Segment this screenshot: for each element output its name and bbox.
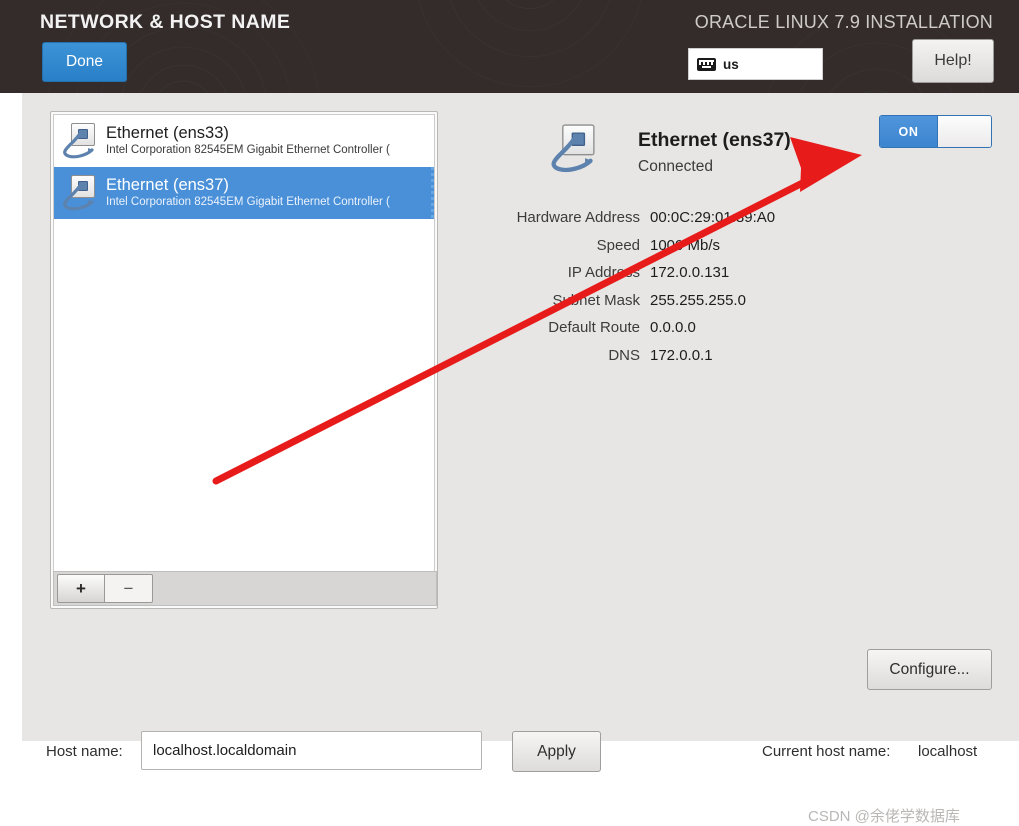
ethernet-icon xyxy=(62,174,98,212)
detail-row: Hardware Address 00:0C:29:01:89:A0 xyxy=(452,209,997,226)
cable-glyph xyxy=(63,184,94,211)
interface-list-toolbar: + − xyxy=(53,571,437,606)
configure-button-label: Configure... xyxy=(889,660,970,678)
detail-row: DNS 172.0.0.1 xyxy=(452,347,997,364)
detail-row: IP Address 172.0.0.131 xyxy=(452,264,997,281)
keyboard-icon xyxy=(697,57,716,71)
apply-button[interactable]: Apply xyxy=(512,731,601,772)
details-header: Ethernet (ens37) Connected xyxy=(550,123,791,179)
main-content: Ethernet (ens33) Intel Corporation 82545… xyxy=(22,93,1019,825)
ethernet-icon xyxy=(62,122,98,160)
remove-interface-button[interactable]: − xyxy=(105,574,153,603)
interface-name: Ethernet (ens33) xyxy=(106,124,229,143)
interface-name: Ethernet (ens37) xyxy=(106,176,229,195)
list-item[interactable]: Ethernet (ens37) Intel Corporation 82545… xyxy=(54,167,434,219)
hostname-label: Host name: xyxy=(46,743,123,760)
detail-label: DNS xyxy=(608,346,640,364)
help-button-label: Help! xyxy=(934,52,972,69)
add-interface-button[interactable]: + xyxy=(57,574,105,603)
interface-list[interactable]: Ethernet (ens33) Intel Corporation 82545… xyxy=(53,114,435,573)
detail-value: 172.0.0.1 xyxy=(650,346,713,364)
add-icon: + xyxy=(76,578,86,598)
details-title: Ethernet (ens37) xyxy=(638,129,791,151)
detail-label: IP Address xyxy=(567,264,640,281)
list-item-text: Ethernet (ens33) Intel Corporation 82545… xyxy=(106,124,390,158)
watermark: CSDN @余佬学数据库 xyxy=(808,808,960,825)
ethernet-icon xyxy=(550,123,623,199)
detail-row: Default Route 0.0.0.0 xyxy=(452,319,997,336)
list-item-text: Ethernet (ens37) Intel Corporation 82545… xyxy=(106,176,390,210)
keyboard-layout-label: us xyxy=(723,56,739,72)
detail-label: Subnet Mask xyxy=(552,291,640,309)
interface-description: Intel Corporation 82545EM Gigabit Ethern… xyxy=(106,144,390,157)
done-button[interactable]: Done xyxy=(42,42,127,82)
toggle-knob[interactable] xyxy=(937,116,991,147)
done-button-label: Done xyxy=(65,53,104,70)
apply-button-label: Apply xyxy=(537,742,576,760)
cable-glyph xyxy=(551,136,593,173)
help-button[interactable]: Help! xyxy=(912,39,994,83)
cable-glyph xyxy=(63,132,94,159)
list-item[interactable]: Ethernet (ens33) Intel Corporation 82545… xyxy=(54,115,434,167)
minus-icon: − xyxy=(123,578,134,598)
interface-list-panel: Ethernet (ens33) Intel Corporation 82545… xyxy=(50,111,438,609)
toggle-state-label: ON xyxy=(880,116,937,147)
interface-description: Intel Corporation 82545EM Gigabit Ethern… xyxy=(106,196,390,209)
current-hostname-value: localhost xyxy=(918,743,978,760)
detail-value: 0.0.0.0 xyxy=(650,319,696,336)
detail-label: Default Route xyxy=(548,319,640,336)
connection-status: Connected xyxy=(638,158,713,175)
product-label: ORACLE LINUX 7.9 INSTALLATION xyxy=(694,12,993,32)
detail-value: 172.0.0.131 xyxy=(650,264,730,281)
detail-label: Speed xyxy=(596,236,640,254)
network-toggle[interactable]: ON xyxy=(879,115,992,148)
current-hostname-label: Current host name: xyxy=(762,743,891,760)
hostname-input[interactable] xyxy=(141,731,482,770)
detail-value: 255.255.255.0 xyxy=(650,291,746,309)
interface-details: Ethernet (ens37) Connected ON Hardware A… xyxy=(452,111,997,541)
page-title: NETWORK & HOST NAME xyxy=(40,11,291,33)
detail-value: 00:0C:29:01:89:A0 xyxy=(650,209,776,226)
details-title-group: Ethernet (ens37) Connected xyxy=(638,123,791,176)
detail-row: Subnet Mask 255.255.255.0 xyxy=(452,292,997,309)
configure-button[interactable]: Configure... xyxy=(867,649,992,690)
detail-value: 1000 Mb/s xyxy=(650,236,721,254)
detail-label: Hardware Address xyxy=(516,209,640,226)
installer-header: NETWORK & HOST NAME ORACLE LINUX 7.9 INS… xyxy=(0,0,1019,93)
details-rows: Hardware Address 00:0C:29:01:89:A0 Speed… xyxy=(452,209,997,374)
detail-row: Speed 1000 Mb/s xyxy=(452,237,997,254)
keyboard-layout-indicator[interactable]: us xyxy=(688,48,823,80)
